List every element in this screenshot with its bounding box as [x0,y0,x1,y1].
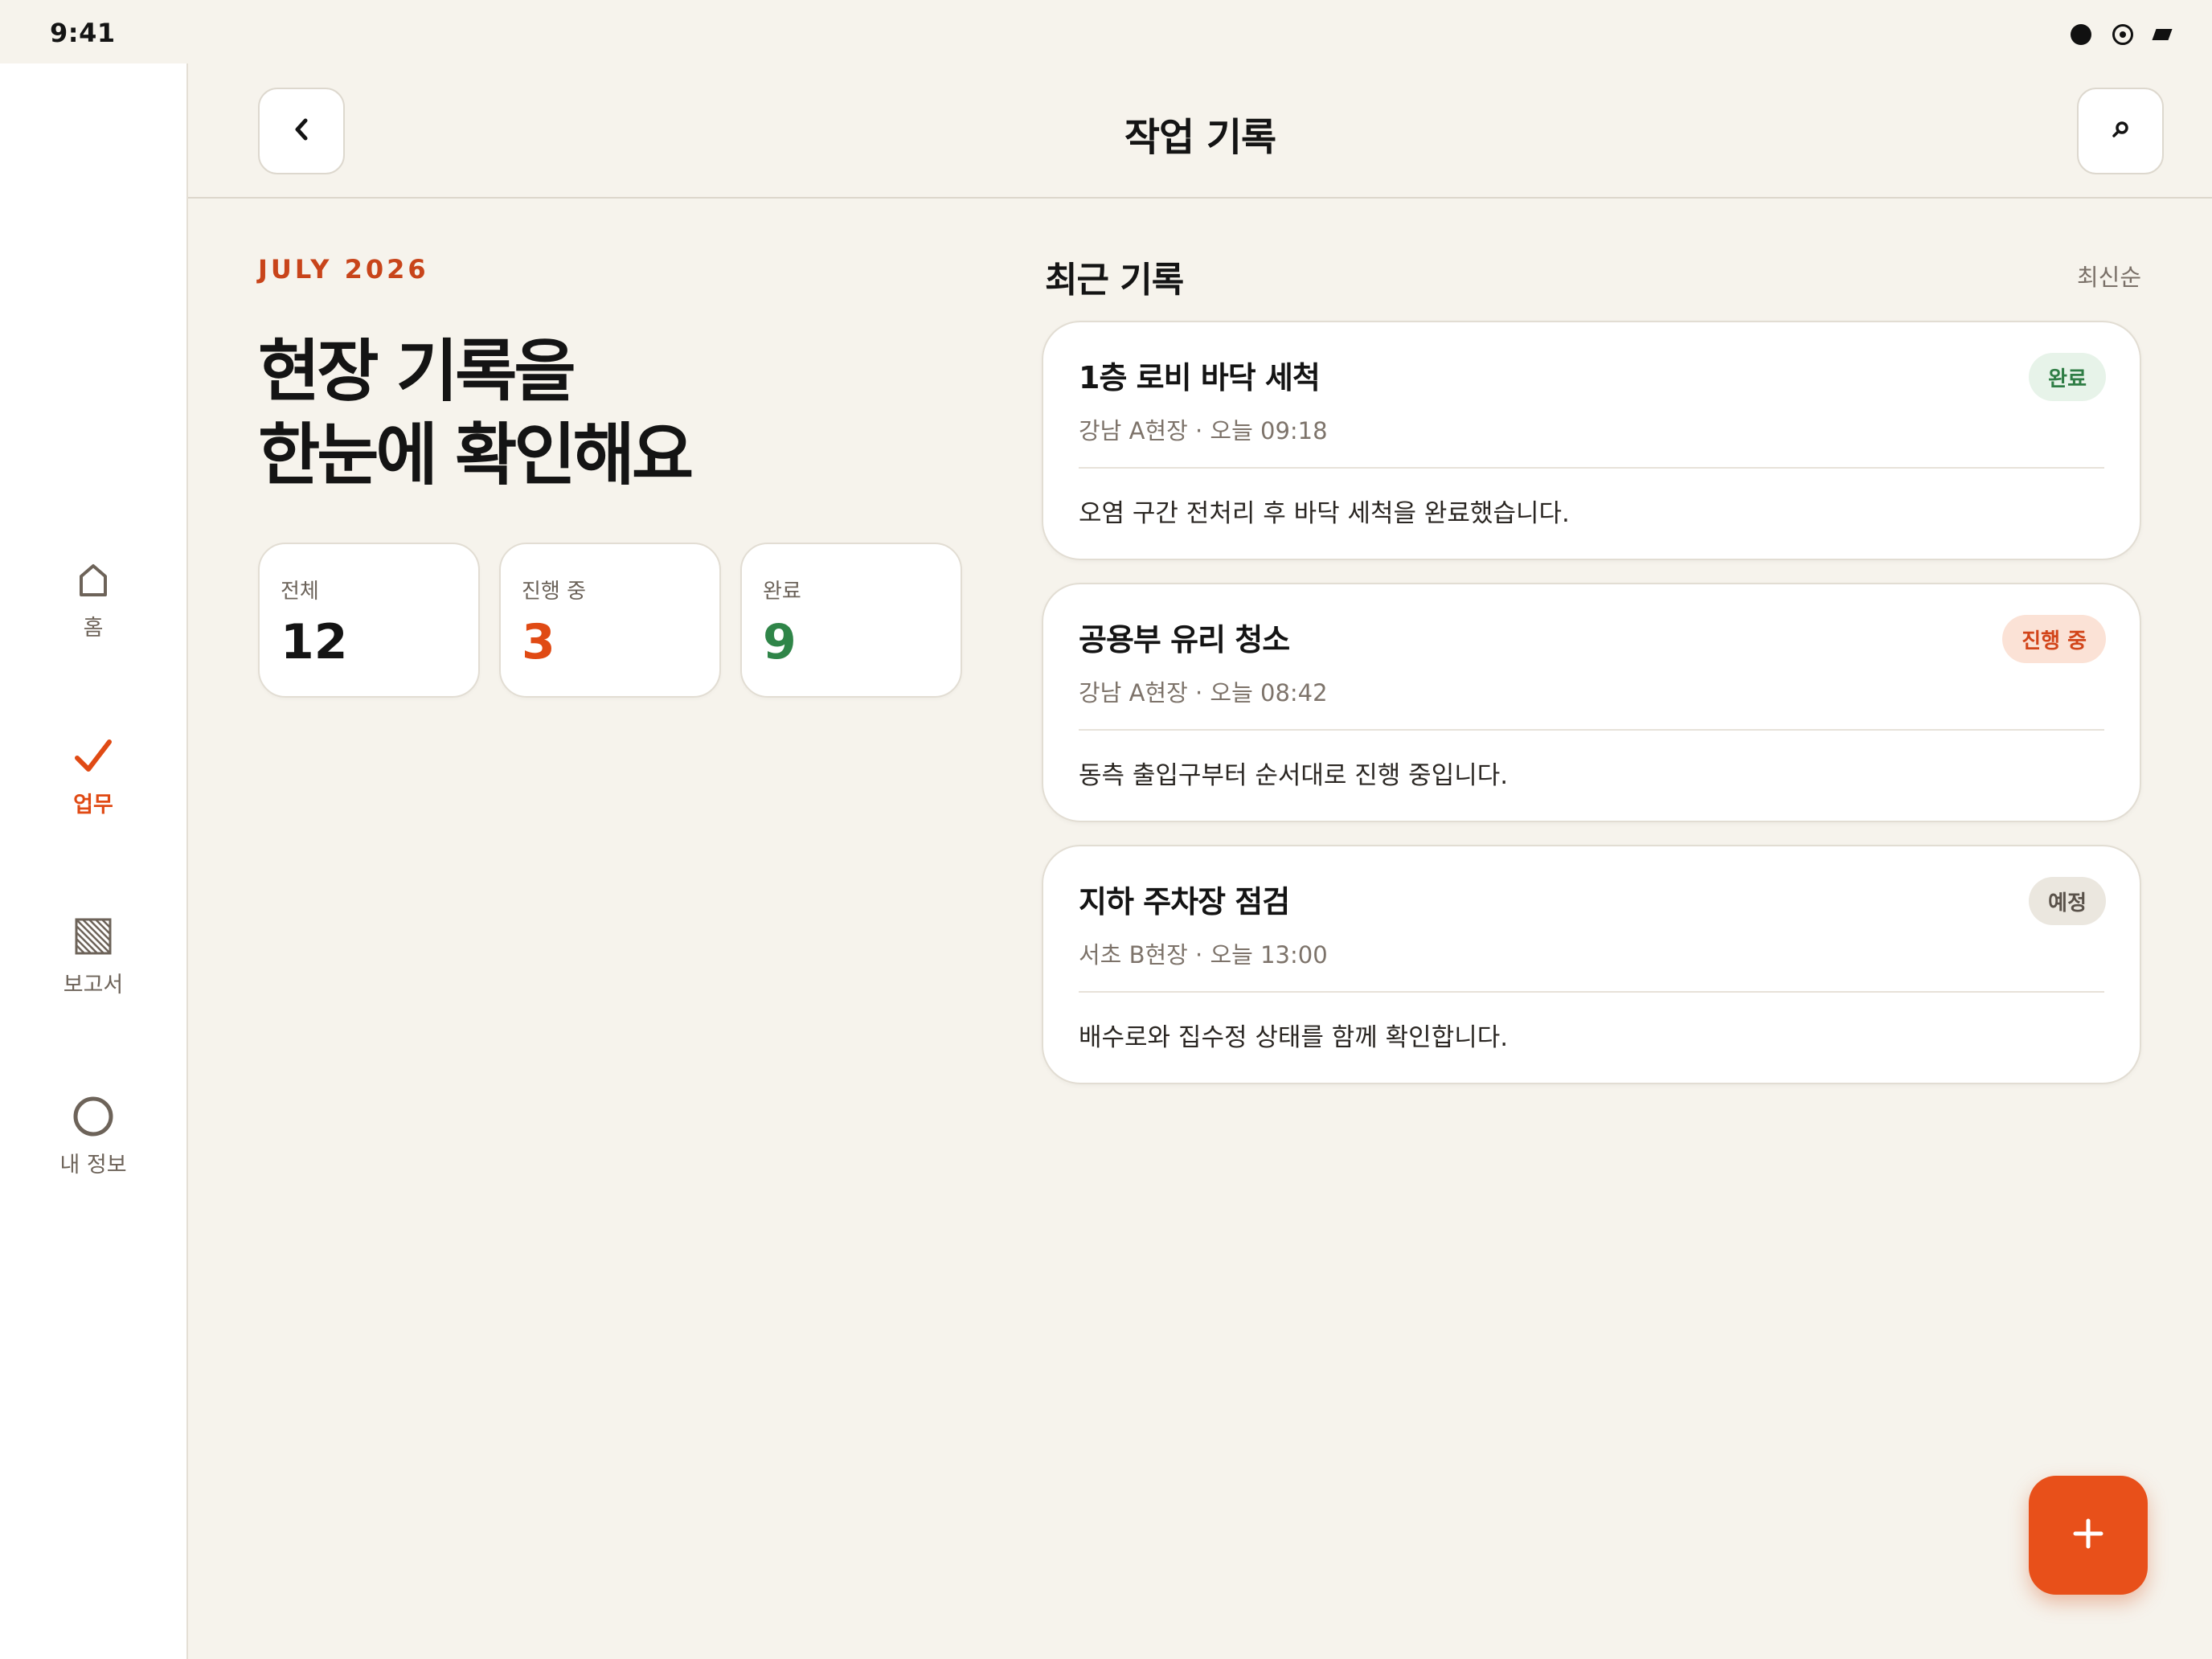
sidebar-item-work[interactable]: 업무 [0,732,186,818]
record-title: 공용부 유리 청소 [1079,622,1290,657]
recent-section-title: 최근 기록 [1045,260,1184,301]
month-label: JULY 2026 [258,254,429,285]
sidebar: 홈 업무 보고서 내 정보 [0,63,188,1659]
status-icons [2071,24,2173,45]
record-title: 1층 로비 바닥 세척 [1079,360,1321,395]
stat-value: 3 [522,614,555,670]
sidebar-item-label: 홈 [83,616,104,641]
sidebar-item-label: 업무 [73,793,113,817]
record-description: 동측 출입구부터 순서대로 진행 중입니다. [1079,761,1509,790]
sort-button[interactable]: 최신순 [2077,259,2141,293]
sidebar-item-report[interactable]: 보고서 [0,912,186,998]
stat-value: 9 [763,614,797,670]
status-badge: 완료 [2029,353,2106,401]
stat-value: 12 [281,614,348,670]
sidebar-item-label: 내 정보 [59,1153,127,1178]
record-meta: 서초 B현장 · 오늘 13:00 [1079,941,1328,969]
record-description: 오염 구간 전처리 후 바닥 세척을 완료했습니다. [1079,499,1570,528]
record-card[interactable]: 지하 주차장 점검 예정 서초 B현장 · 오늘 13:00 배수로와 집수정 … [1042,845,2141,1084]
search-icon [2111,120,2130,142]
profile-icon [69,1092,117,1141]
status-badge: 예정 [2029,877,2106,925]
stat-card-done[interactable]: 완료 9 [740,543,962,698]
signal-icon [2071,24,2091,45]
stat-label: 완료 [763,580,801,604]
sidebar-item-profile[interactable]: 내 정보 [0,1092,186,1178]
plus-icon [2071,1516,2106,1555]
stat-card-total[interactable]: 전체 12 [258,543,480,698]
record-description: 배수로와 집수정 상태를 함께 확인합니다. [1079,1023,1509,1052]
check-icon [69,732,117,780]
divider [1079,729,2104,731]
add-record-button[interactable] [2029,1476,2148,1595]
status-time: 9:41 [50,18,116,48]
search-button[interactable] [2077,88,2164,174]
record-title: 지하 주차장 점검 [1079,884,1290,920]
report-icon [69,912,117,961]
wifi-icon [2112,24,2133,45]
record-card[interactable]: 공용부 유리 청소 진행 중 강남 A현장 · 오늘 08:42 동측 출입구부… [1042,583,2141,822]
sidebar-item-label: 보고서 [63,973,124,997]
stats-row: 전체 12 진행 중 3 완료 9 [258,543,962,698]
header: 작업 기록 [188,63,2212,199]
stat-label: 전체 [281,580,319,604]
hero-heading: 현장 기록을 한눈에 확인해요 [258,330,694,497]
record-meta: 강남 A현장 · 오늘 09:18 [1079,417,1328,444]
hero-line: 현장 기록을 [258,332,576,411]
status-bar: 9:41 [0,0,2212,63]
page-title: 작업 기록 [1124,115,1276,160]
record-meta: 강남 A현장 · 오늘 08:42 [1079,679,1328,707]
divider [1079,467,2104,469]
record-card[interactable]: 1층 로비 바닥 세척 완료 강남 A현장 · 오늘 09:18 오염 구간 전… [1042,321,2141,560]
stat-card-in-progress[interactable]: 진행 중 3 [499,543,721,698]
home-icon [69,555,117,604]
divider [1079,991,2104,993]
stat-label: 진행 중 [522,580,587,604]
hero-line: 한눈에 확인해요 [258,416,694,494]
battery-icon [2152,29,2173,40]
status-badge: 진행 중 [2002,615,2106,663]
record-list: 1층 로비 바닥 세척 완료 강남 A현장 · 오늘 09:18 오염 구간 전… [1042,321,2141,1107]
sidebar-item-home[interactable]: 홈 [0,555,186,641]
